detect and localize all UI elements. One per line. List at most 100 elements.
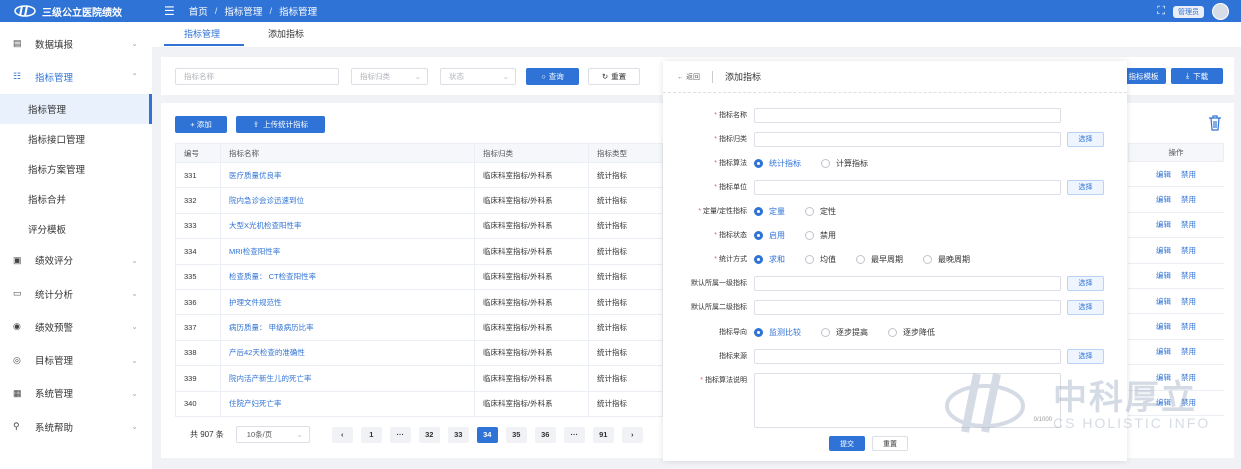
disable-link[interactable]: 禁用 <box>1181 270 1196 281</box>
trash-icon[interactable] <box>1208 115 1222 131</box>
level2-indicator-input[interactable] <box>754 299 1061 315</box>
query-button[interactable]: ○ 查询 <box>526 68 579 85</box>
level1-select-button[interactable]: 选择 <box>1067 275 1104 291</box>
add-button[interactable]: + 添加 <box>175 116 227 133</box>
cell-name-link[interactable]: 住院产妇死亡率 <box>220 390 475 417</box>
radio-disabled[interactable]: 禁用 <box>805 230 836 241</box>
name-search-input[interactable]: 指标名称 <box>175 68 339 85</box>
cell-name-link[interactable]: 护理文件规范性 <box>220 288 475 316</box>
edit-link[interactable]: 编辑 <box>1156 245 1171 256</box>
page-button[interactable]: 34 <box>476 426 498 443</box>
indicator-source-input[interactable] <box>754 348 1061 364</box>
unit-select-button[interactable]: 选择 <box>1067 179 1104 195</box>
sidebar-item-help[interactable]: ⚲ 系统帮助 ⌄ <box>0 410 152 443</box>
category-select[interactable]: 指标归类 ⌄ <box>351 68 428 85</box>
template-button[interactable]: 指标模板 <box>1121 68 1166 84</box>
radio-monitor-compare[interactable]: 监测比较 <box>754 327 801 338</box>
sidebar-item-data-entry[interactable]: ▤ 数据填报 ⌄ <box>0 27 152 60</box>
edit-link[interactable]: 编辑 <box>1156 270 1171 281</box>
disable-link[interactable]: 禁用 <box>1181 397 1196 408</box>
page-ellipsis[interactable]: ··· <box>389 426 411 443</box>
fullscreen-icon[interactable]: ⛶ <box>1157 5 1165 18</box>
page-ellipsis[interactable]: ··· <box>563 426 585 443</box>
indicator-unit-input[interactable] <box>754 179 1061 195</box>
breadcrumb-section[interactable]: 指标管理 <box>224 4 262 18</box>
sidebar-item-target[interactable]: ◎ 目标管理 ⌄ <box>0 343 152 376</box>
cell-name-link[interactable]: 院内活产新生儿的死亡率 <box>220 365 475 392</box>
status-select[interactable]: 状态 ⌄ <box>440 68 516 85</box>
radio-calculated-indicator[interactable]: 计算指标 <box>821 158 868 169</box>
algorithm-description-textarea[interactable]: 0/1000 <box>754 373 1061 428</box>
edit-link[interactable]: 编辑 <box>1156 321 1171 332</box>
download-button[interactable]: ⤓ 下载 <box>1171 68 1223 84</box>
sidebar-subitem-plan-management[interactable]: 指标方案管理 <box>0 154 152 184</box>
submit-button[interactable]: 提交 <box>829 436 865 451</box>
back-button[interactable]: ← 返回 <box>677 72 700 82</box>
radio-sum[interactable]: 求和 <box>754 254 785 265</box>
cell-name-link[interactable]: 检查质量： CT检查阳性率 <box>220 263 475 290</box>
disable-link[interactable]: 禁用 <box>1181 245 1196 256</box>
radio-statistic-indicator[interactable]: 统计指标 <box>754 158 801 169</box>
radio-latest-period[interactable]: 最晚周期 <box>923 254 970 265</box>
page-button[interactable]: 32 <box>418 426 440 443</box>
page-button[interactable]: 1 <box>360 426 382 443</box>
category-select-button[interactable]: 选择 <box>1067 131 1104 147</box>
radio-gradually-decrease[interactable]: 逐步降低 <box>888 327 935 338</box>
radio-qualitative[interactable]: 定性 <box>805 206 836 217</box>
level2-select-button[interactable]: 选择 <box>1067 299 1104 315</box>
edit-link[interactable]: 编辑 <box>1156 346 1171 357</box>
radio-enabled[interactable]: 启用 <box>754 230 785 241</box>
reset-button[interactable]: ↻ 重置 <box>588 68 640 85</box>
sidebar-subitem-interface-management[interactable]: 指标接口管理 <box>0 124 152 154</box>
disable-link[interactable]: 禁用 <box>1181 372 1196 383</box>
cell-name-link[interactable]: MRI检查阳性率 <box>220 238 475 265</box>
radio-gradually-increase[interactable]: 逐步提高 <box>821 327 868 338</box>
menu-toggle-icon[interactable]: ☰ <box>164 4 175 18</box>
level1-indicator-input[interactable] <box>754 275 1061 291</box>
disable-link[interactable]: 禁用 <box>1181 321 1196 332</box>
user-role-badge[interactable]: 管理员 <box>1173 5 1204 18</box>
radio-quantitative[interactable]: 定量 <box>754 206 785 217</box>
page-button[interactable]: 36 <box>534 426 556 443</box>
cell-name-link[interactable]: 大型X光机检查阳性率 <box>220 212 475 240</box>
edit-link[interactable]: 编辑 <box>1156 397 1171 408</box>
cell-name-link[interactable]: 产后42天检查的准确性 <box>220 339 475 367</box>
edit-link[interactable]: 编辑 <box>1156 372 1171 383</box>
radio-earliest-period[interactable]: 最早周期 <box>856 254 903 265</box>
sidebar-item-statistics[interactable]: ▭ 统计分析 ⌄ <box>0 277 152 310</box>
edit-link[interactable]: 编辑 <box>1156 296 1171 307</box>
drawer-reset-button[interactable]: 重置 <box>872 436 908 451</box>
edit-link[interactable]: 编辑 <box>1156 219 1171 230</box>
tab-indicator-management[interactable]: 指标管理 <box>184 27 220 40</box>
cell-name-link[interactable]: 院内急诊会诊迅速到位 <box>220 187 475 214</box>
upload-button[interactable]: ⇪ 上传统计指标 <box>236 116 325 133</box>
sidebar-item-system[interactable]: ▦ 系统管理 ⌄ <box>0 377 152 410</box>
page-button[interactable]: 35 <box>505 426 527 443</box>
edit-link[interactable]: 编辑 <box>1156 194 1171 205</box>
sidebar-subitem-merge[interactable]: 指标合并 <box>0 184 152 214</box>
avatar[interactable] <box>1212 3 1229 20</box>
indicator-category-input[interactable] <box>754 131 1061 147</box>
sidebar-subitem-indicator-management[interactable]: 指标管理 <box>0 93 152 124</box>
disable-link[interactable]: 禁用 <box>1181 169 1196 180</box>
sidebar-item-performance-score[interactable]: ▣ 绩效评分 ⌄ <box>0 244 152 277</box>
disable-link[interactable]: 禁用 <box>1181 219 1196 230</box>
source-select-button[interactable]: 选择 <box>1067 348 1104 364</box>
cell-name-link[interactable]: 医疗质量优良率 <box>220 161 475 189</box>
prev-page-button[interactable]: ‹ <box>331 426 353 443</box>
page-button[interactable]: 33 <box>447 426 469 443</box>
sidebar-item-indicator-management[interactable]: ☷ 指标管理 ⌃ <box>0 60 152 93</box>
tab-add-indicator[interactable]: 添加指标 <box>268 27 304 40</box>
page-button[interactable]: 91 <box>592 426 614 443</box>
disable-link[interactable]: 禁用 <box>1181 194 1196 205</box>
edit-link[interactable]: 编辑 <box>1156 169 1171 180</box>
disable-link[interactable]: 禁用 <box>1181 296 1196 307</box>
sidebar-subitem-score-template[interactable]: 评分模板 <box>0 214 152 244</box>
radio-mean[interactable]: 均值 <box>805 254 836 265</box>
disable-link[interactable]: 禁用 <box>1181 346 1196 357</box>
sidebar-item-warning[interactable]: ◉ 绩效预警 ⌄ <box>0 310 152 343</box>
page-size-select[interactable]: 10条/页 ⌄ <box>235 426 310 443</box>
indicator-name-input[interactable] <box>754 107 1061 123</box>
cell-name-link[interactable]: 病历质量： 甲级病历比率 <box>220 314 475 341</box>
next-page-button[interactable]: › <box>621 426 643 443</box>
